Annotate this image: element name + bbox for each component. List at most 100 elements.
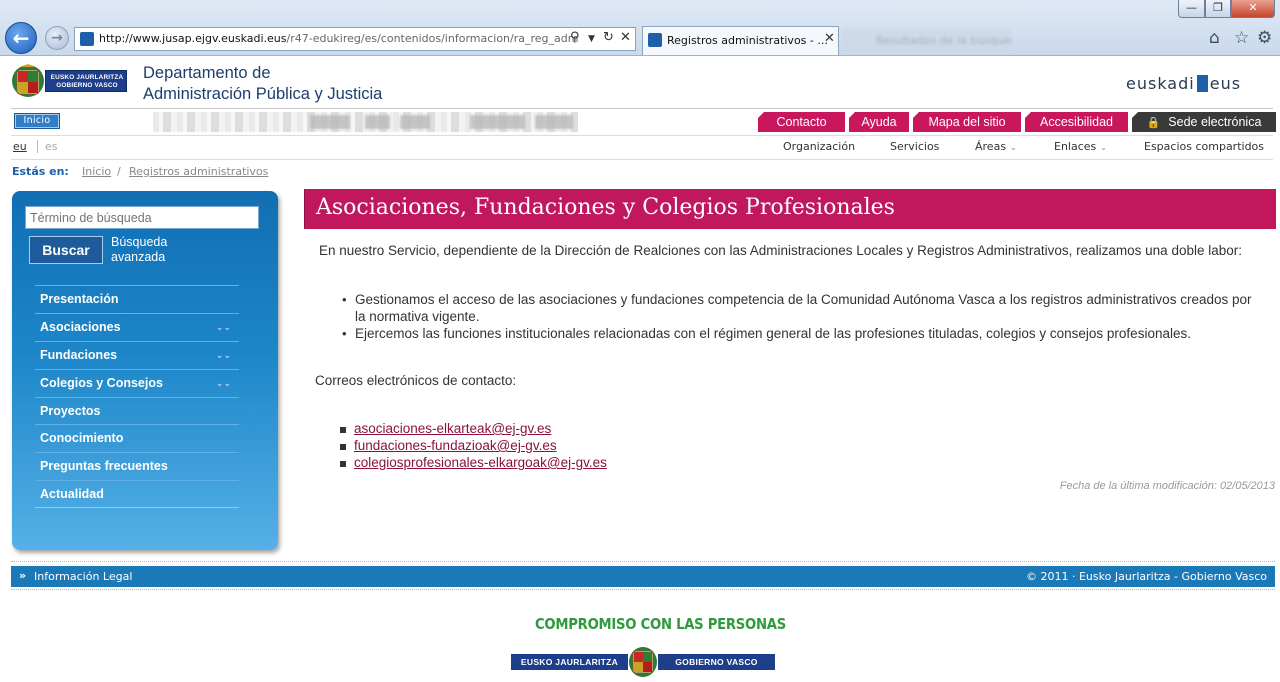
coat-of-arms-icon — [629, 647, 657, 677]
nav-servicios[interactable]: Servicios — [890, 140, 939, 153]
nav-organizacion[interactable]: Organización — [783, 140, 855, 153]
copyright-text: © 2011 · Eusko Jaurlaritza - Gobierno Va… — [1026, 570, 1267, 583]
email-link-asociaciones[interactable]: asociaciones-elkarteak@ej-gv.es — [354, 421, 551, 436]
sidebar-item-presentacion[interactable]: Presentación — [35, 285, 239, 312]
nav-areas[interactable]: Áreas ⌄ — [975, 140, 1017, 153]
blurred-banner-block — [310, 115, 350, 129]
sidebar-item-label: Fundaciones — [40, 348, 118, 362]
sidebar-item-label: Presentación — [40, 292, 119, 306]
sidebar-item-label: Actualidad — [40, 487, 104, 501]
sidebar-item-proyectos[interactable]: Proyectos — [35, 397, 239, 424]
sede-electronica-button[interactable]: 🔒 Sede electrónica — [1132, 112, 1276, 132]
bullet-2: Ejercemos las funciones institucionales … — [355, 326, 1191, 341]
blurred-banner-block — [400, 115, 430, 129]
plate-bottom-text: GOBIERNO VASCO — [56, 82, 118, 89]
home-icon[interactable]: ⌂ — [1209, 28, 1220, 48]
back-arrow-icon[interactable]: ← — [5, 22, 37, 54]
euskadi-logo-left: euskadi — [1126, 74, 1195, 93]
lang-divider — [11, 135, 1273, 136]
tab-favicon-icon — [648, 33, 662, 47]
sidebar-item-actualidad[interactable]: Actualidad — [35, 480, 239, 507]
refresh-icon[interactable]: ↻ — [603, 30, 614, 45]
department-name-line1[interactable]: Departamento de — [143, 64, 271, 83]
sidebar-item-label: Conocimiento — [40, 431, 124, 445]
sidebar-divider — [35, 507, 239, 508]
close-window-button[interactable]: ✕ — [1231, 0, 1275, 18]
search-input[interactable] — [25, 206, 259, 229]
buscar-button[interactable]: Buscar — [29, 236, 103, 264]
coat-of-arms-icon — [12, 64, 44, 97]
chevron-down-icon[interactable]: ⌄⌄ — [216, 370, 231, 396]
sidebar-item-label: Asociaciones — [40, 320, 121, 334]
minimize-button[interactable]: — — [1178, 0, 1205, 18]
lang-eu-link[interactable]: eu — [13, 140, 27, 153]
breadcrumb-inicio-link[interactable]: Inicio — [82, 165, 111, 178]
gear-icon[interactable]: ⚙ — [1257, 28, 1272, 48]
square-bullet-icon — [340, 461, 346, 467]
address-bar[interactable]: http://www.jusap.ejgv.euskadi.eus/r47-ed… — [74, 27, 636, 51]
contact-heading: Correos electrónicos de contacto: — [315, 373, 517, 388]
square-bullet-icon — [340, 444, 346, 450]
bullet-1-line-1: Gestionamos el acceso de las asociacione… — [355, 292, 1252, 307]
page-title: Asociaciones, Fundaciones y Colegios Pro… — [316, 195, 895, 220]
nav-divider — [11, 159, 1273, 160]
maximize-button[interactable]: ❐ — [1205, 0, 1231, 18]
informacion-legal-link[interactable]: Información Legal — [34, 570, 132, 583]
chevron-down-icon[interactable]: ⌄⌄ — [216, 342, 231, 368]
blurred-banner-block — [365, 115, 390, 129]
stop-icon[interactable]: ✕ — [620, 30, 631, 45]
sidebar-item-label: Colegios y Consejos — [40, 376, 163, 390]
chevron-down-icon[interactable]: ⌄⌄ — [216, 314, 231, 340]
gobierno-vasco-plate: EUSKO JAURLARITZA GOBIERNO VASCO — [45, 70, 127, 92]
tab-close-icon[interactable]: ✕ — [824, 31, 835, 46]
search-icon[interactable]: ⚲ — [570, 30, 580, 45]
lang-separator — [37, 140, 38, 153]
intro-paragraph: En nuestro Servicio, dependiente de la D… — [319, 243, 1242, 258]
euskadi-logo-right: eus — [1209, 74, 1242, 93]
sidebar-item-label: Proyectos — [40, 404, 101, 418]
tab-registros[interactable]: Registros administrativos - ... — [642, 26, 839, 55]
euskadi-logo-mark-icon — [1196, 75, 1208, 92]
mapa-del-sitio-button[interactable]: Mapa del sitio — [913, 112, 1021, 132]
sidebar-item-fundaciones[interactable]: Fundaciones ⌄⌄ — [35, 341, 239, 368]
slogan: COMPROMISO CON LAS PERSONAS — [535, 615, 786, 633]
ayuda-button[interactable]: Ayuda — [849, 112, 909, 132]
plate-top-text: EUSKO JAURLARITZA — [50, 74, 124, 81]
advanced-search-link[interactable]: avanzada — [111, 250, 165, 264]
nav-areas-label: Áreas — [975, 140, 1007, 153]
breadcrumb-label: Estás en: — [12, 165, 69, 178]
address-host: http://www.jusap.ejgv.euskadi.eus — [99, 32, 287, 45]
accesibilidad-button[interactable]: Accesibilidad — [1025, 112, 1128, 132]
header-divider — [11, 108, 1273, 109]
department-name-line2[interactable]: Administración Pública y Justicia — [143, 85, 382, 104]
sidebar-item-preguntas[interactable]: Preguntas frecuentes — [35, 452, 239, 479]
nav-espacios-compartidos[interactable]: Espacios compartidos — [1144, 140, 1264, 153]
contacto-button[interactable]: Contacto — [758, 112, 845, 132]
double-chevron-right-icon: » — [19, 569, 27, 582]
sidebar-item-asociaciones[interactable]: Asociaciones ⌄⌄ — [35, 313, 239, 340]
email-link-fundaciones[interactable]: fundaciones-fundazioak@ej-gv.es — [354, 438, 557, 453]
bullet-1-line-2: la normativa vigente. — [355, 309, 480, 324]
breadcrumb-current-link[interactable]: Registros administrativos — [129, 165, 268, 178]
footer-divider — [11, 589, 1275, 591]
chevron-down-icon: ⌄ — [1100, 143, 1107, 152]
square-bullet-icon — [340, 427, 346, 433]
lang-es-current: es — [45, 140, 58, 153]
sidebar-item-colegios[interactable]: Colegios y Consejos ⌄⌄ — [35, 369, 239, 396]
sede-electronica-label: Sede electrónica — [1168, 115, 1262, 129]
inicio-button[interactable]: Inicio — [14, 113, 60, 129]
sidebar-item-label: Preguntas frecuentes — [40, 459, 168, 473]
site-favicon-icon — [80, 32, 94, 46]
email-link-colegios[interactable]: colegiosprofesionales-elkargoak@ej-gv.es — [354, 455, 607, 470]
blurred-banner-block — [535, 115, 573, 129]
tab-inactive[interactable]: Resultados de la búsqueda — [842, 28, 1012, 54]
dropdown-arrow-icon[interactable]: ▼ — [588, 34, 595, 44]
address-path: /r47-edukireg/es/contenidos/informacion/… — [286, 32, 579, 45]
forward-arrow-icon[interactable]: → — [45, 26, 69, 50]
nav-enlaces[interactable]: Enlaces ⌄ — [1054, 140, 1107, 153]
advanced-search-link[interactable]: Búsqueda — [111, 235, 167, 249]
sidebar-item-conocimiento[interactable]: Conocimiento — [35, 424, 239, 451]
footer-plate-left: EUSKO JAURLARITZA — [511, 654, 628, 670]
star-icon[interactable]: ☆ — [1234, 28, 1249, 48]
euskadi-logo[interactable]: euskadi eus — [1126, 74, 1241, 93]
